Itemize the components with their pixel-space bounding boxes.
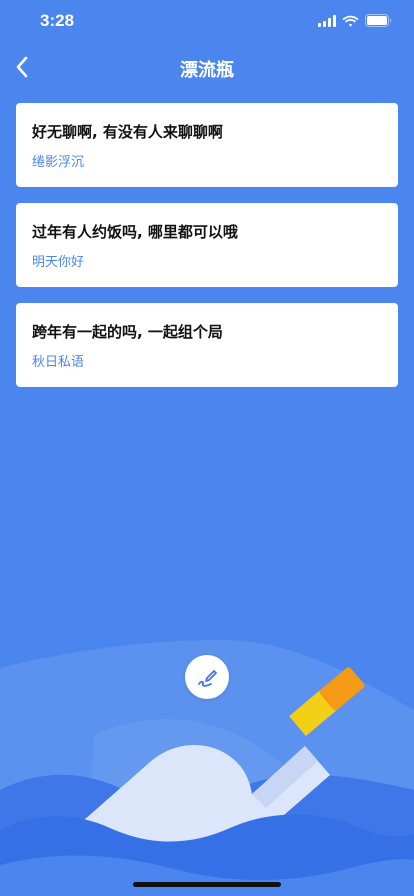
bottle-card-1[interactable]: 好无聊啊, 有没有人来聊聊啊 绻影浮沉 (16, 103, 398, 187)
wifi-icon (342, 15, 359, 27)
status-bar: 3:28 (0, 0, 414, 44)
bottle-card-2[interactable]: 过年有人约饭吗, 哪里都可以哦 明天你好 (16, 203, 398, 287)
battery-icon (365, 14, 392, 27)
bottle-message: 跨年有一起的吗, 一起组个局 (32, 323, 223, 341)
navigation-bar: 漂流瓶 (0, 44, 414, 90)
bottle-message: 好无聊啊, 有没有人来聊聊啊 (32, 123, 223, 141)
status-icons (318, 14, 392, 27)
bottle-card-3[interactable]: 跨年有一起的吗, 一起组个局 秋日私语 (16, 303, 398, 387)
cellular-signal-icon (318, 14, 336, 27)
write-bottle-button[interactable] (185, 655, 229, 699)
bottle-username: 秋日私语 (32, 355, 85, 370)
bottle-username: 明天你好 (32, 255, 85, 270)
status-time: 3:28 (40, 11, 75, 30)
page-title: 漂流瓶 (180, 60, 234, 81)
pen-write-icon (198, 670, 217, 687)
home-indicator (133, 882, 281, 887)
bottle-username: 绻影浮沉 (32, 155, 85, 170)
bottle-message: 过年有人约饭吗, 哪里都可以哦 (32, 223, 238, 241)
